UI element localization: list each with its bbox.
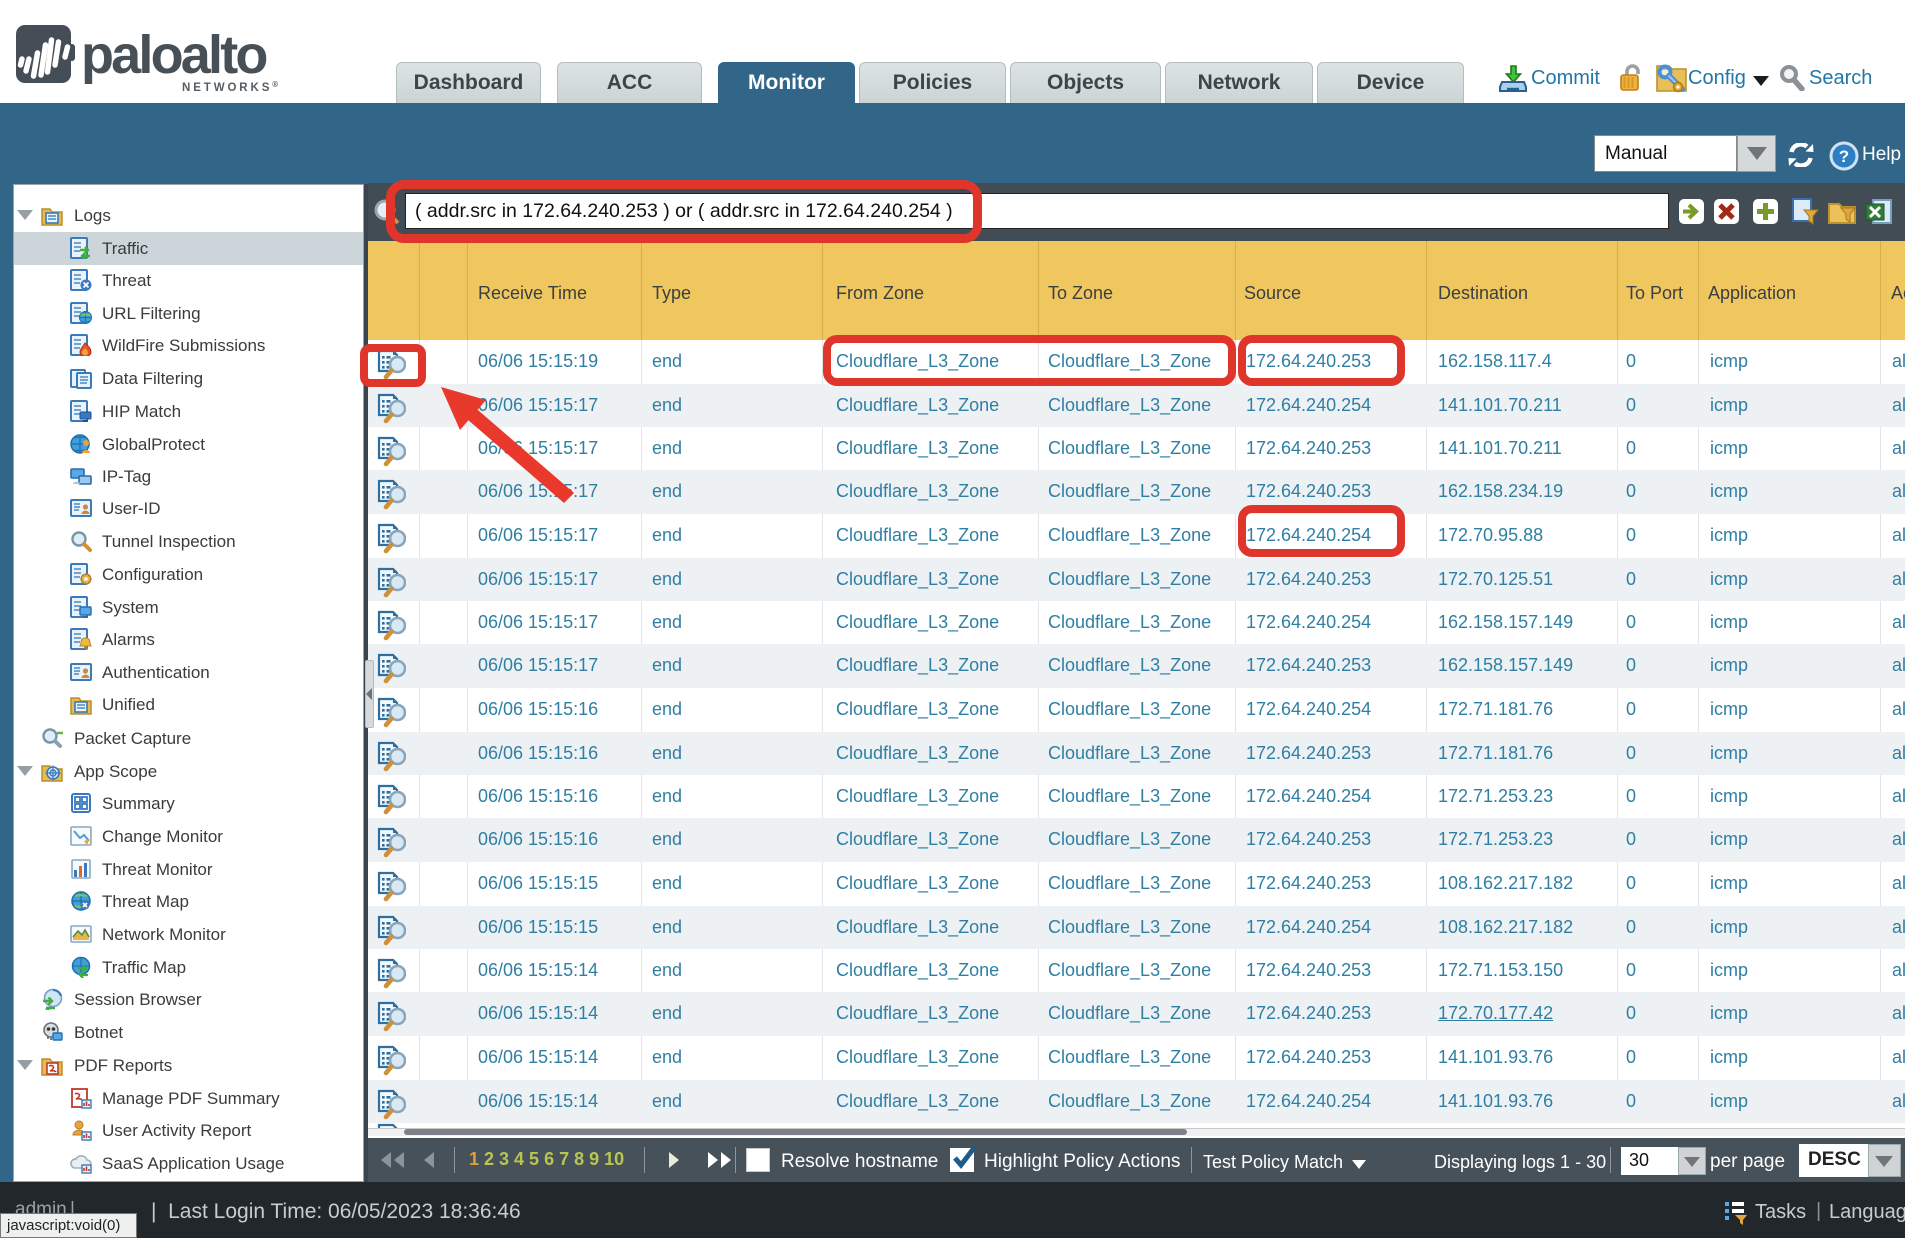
svg-text:?: ? [1839,147,1849,166]
